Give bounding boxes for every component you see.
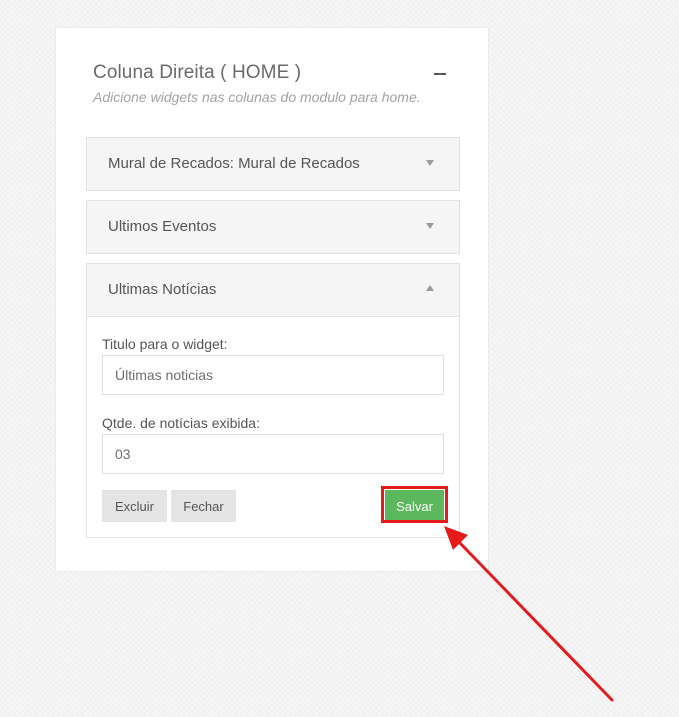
panel-title: Mural de Recados: Mural de Recados bbox=[108, 155, 360, 172]
minus-icon[interactable] bbox=[433, 66, 449, 82]
news-count-input[interactable] bbox=[102, 434, 444, 474]
widget-card: Coluna Direita ( HOME ) Adicione widgets… bbox=[55, 27, 489, 572]
widget-title-label: Titulo para o widget: bbox=[102, 336, 228, 352]
news-count-label: Qtde. de notícias exibida: bbox=[102, 415, 260, 431]
panel-header-ultimas-noticias[interactable]: Ultimas Notícias bbox=[87, 264, 459, 316]
panel-ultimas-noticias: Ultimas Notícias Titulo para o widget: Q… bbox=[86, 263, 460, 538]
save-button[interactable]: Salvar bbox=[385, 490, 444, 522]
delete-button[interactable]: Excluir bbox=[102, 490, 167, 522]
widget-title-input[interactable] bbox=[102, 355, 444, 395]
panel-title: Ultimos Eventos bbox=[108, 218, 217, 235]
close-button[interactable]: Fechar bbox=[171, 490, 236, 522]
caret-up-icon bbox=[426, 285, 434, 291]
caret-down-icon bbox=[426, 160, 434, 166]
panel-ultimos-eventos: Ultimos Eventos bbox=[86, 200, 460, 254]
panel-header-ultimos-eventos[interactable]: Ultimos Eventos bbox=[87, 201, 459, 253]
panel-body: Titulo para o widget: Qtde. de notícias … bbox=[87, 316, 459, 537]
panel-title: Ultimas Notícias bbox=[108, 281, 217, 298]
card-title: Coluna Direita ( HOME ) bbox=[93, 62, 302, 83]
caret-down-icon bbox=[426, 223, 434, 229]
card-subtitle: Adicione widgets nas colunas do modulo p… bbox=[93, 89, 421, 105]
panel-header-mural-de-recados[interactable]: Mural de Recados: Mural de Recados bbox=[87, 138, 459, 190]
panel-mural-de-recados: Mural de Recados: Mural de Recados bbox=[86, 137, 460, 191]
